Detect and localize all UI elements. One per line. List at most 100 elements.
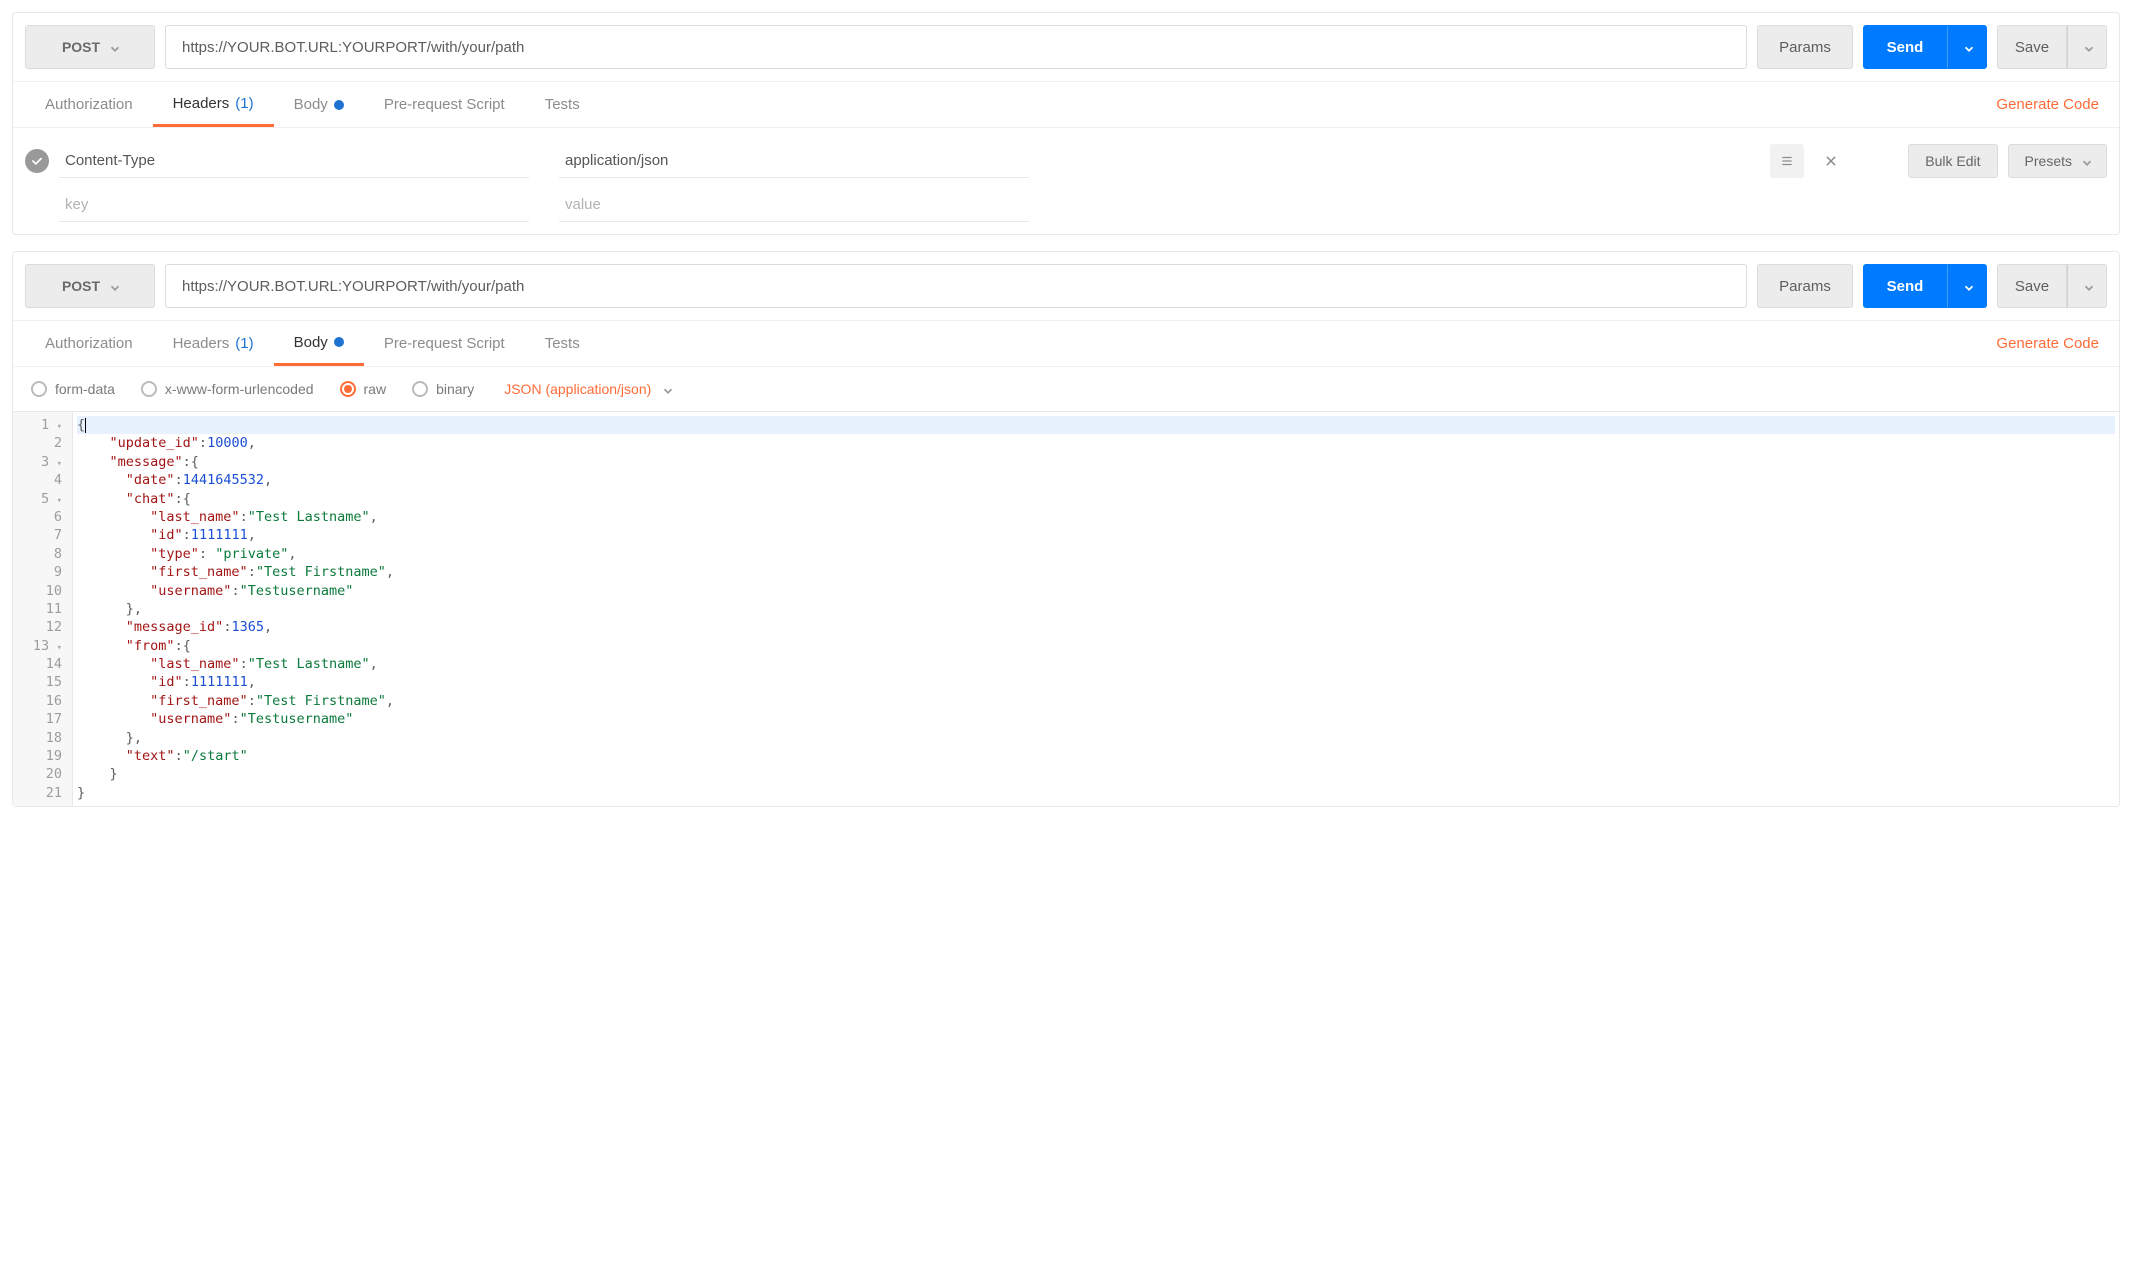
tab-label: Headers	[173, 335, 230, 352]
params-button[interactable]: Params	[1757, 264, 1853, 308]
header-value-input[interactable]: application/json	[559, 144, 1029, 178]
tab-body[interactable]: Body	[274, 82, 364, 127]
tab-label: Authorization	[45, 96, 133, 113]
content-type-label: JSON (application/json)	[504, 381, 651, 397]
tab-authorization[interactable]: Authorization	[25, 82, 153, 127]
code-body[interactable]: { "update_id":10000, "message":{ "date":…	[73, 412, 2119, 806]
header-value-text: application/json	[565, 152, 668, 169]
code-line[interactable]: "update_id":10000,	[77, 434, 2115, 452]
presets-button[interactable]: Presets	[2008, 144, 2107, 178]
code-line[interactable]: "message_id":1365,	[77, 618, 2115, 636]
line-number: 9	[17, 563, 62, 581]
tab-prerequest-script[interactable]: Pre-request Script	[364, 82, 525, 127]
generate-code-link[interactable]: Generate Code	[1996, 335, 2107, 352]
tab-headers[interactable]: Headers (1)	[153, 321, 274, 366]
bulk-edit-button[interactable]: Bulk Edit	[1908, 144, 1997, 178]
http-method-select[interactable]: POST	[25, 264, 155, 308]
code-line[interactable]: "type": "private",	[77, 545, 2115, 563]
code-line[interactable]: },	[77, 600, 2115, 618]
code-line[interactable]: }	[77, 784, 2115, 802]
save-label: Save	[2015, 39, 2049, 56]
tab-label: Pre-request Script	[384, 96, 505, 113]
save-dropdown[interactable]	[2067, 25, 2107, 69]
fold-toggle-icon[interactable]: ▾	[51, 422, 62, 432]
line-number: 14	[17, 655, 62, 673]
save-button[interactable]: Save	[1997, 25, 2067, 69]
code-line[interactable]: "chat":{	[77, 490, 2115, 508]
tab-tests[interactable]: Tests	[525, 82, 600, 127]
code-line[interactable]: "id":1111111,	[77, 673, 2115, 691]
header-row-1: Content-Type application/json Bulk Edit …	[25, 144, 2107, 178]
send-button[interactable]: Send	[1863, 264, 1947, 308]
save-dropdown[interactable]	[2067, 264, 2107, 308]
http-method-select[interactable]: POST	[25, 25, 155, 69]
radio-label: raw	[364, 381, 387, 397]
send-dropdown[interactable]	[1947, 25, 1987, 69]
code-line[interactable]: "first_name":"Test Firstname",	[77, 692, 2115, 710]
tab-count: (1)	[235, 95, 253, 112]
delete-row-button[interactable]	[1814, 144, 1848, 178]
tab-headers[interactable]: Headers (1)	[153, 82, 274, 127]
url-text: https://YOUR.BOT.URL:YOURPORT/with/your/…	[182, 39, 524, 56]
chevron-down-icon	[108, 42, 118, 52]
params-label: Params	[1779, 39, 1831, 56]
tab-authorization[interactable]: Authorization	[25, 321, 153, 366]
chevron-down-icon	[661, 384, 671, 394]
tab-label: Headers	[173, 95, 230, 112]
save-button[interactable]: Save	[1997, 264, 2067, 308]
reorder-button[interactable]	[1770, 144, 1804, 178]
chevron-down-icon	[1962, 42, 1972, 52]
fold-toggle-icon[interactable]: ▾	[51, 459, 62, 469]
code-line[interactable]: "text":"/start"	[77, 747, 2115, 765]
raw-content-type-select[interactable]: JSON (application/json)	[504, 381, 671, 397]
code-line[interactable]: "last_name":"Test Lastname",	[77, 655, 2115, 673]
line-number: 11	[17, 600, 62, 618]
chevron-down-icon	[1962, 281, 1972, 291]
generate-code-link[interactable]: Generate Code	[1996, 96, 2107, 113]
line-number: 6	[17, 508, 62, 526]
url-text: https://YOUR.BOT.URL:YOURPORT/with/your/…	[182, 278, 524, 295]
dot-indicator-icon	[334, 100, 344, 110]
code-line[interactable]: {	[77, 416, 2115, 434]
code-editor[interactable]: 1 ▾23 ▾45 ▾678910111213 ▾141516171819202…	[13, 411, 2119, 806]
radio-form-data[interactable]: form-data	[31, 381, 115, 397]
line-number: 2	[17, 434, 62, 452]
tab-body[interactable]: Body	[274, 321, 364, 366]
header-key-input[interactable]: Content-Type	[59, 144, 529, 178]
tab-label: Tests	[545, 96, 580, 113]
code-line[interactable]: "message":{	[77, 453, 2115, 471]
header-key-input-empty[interactable]: key	[59, 188, 529, 222]
code-line[interactable]: "username":"Testusername"	[77, 582, 2115, 600]
radio-urlencoded[interactable]: x-www-form-urlencoded	[141, 381, 314, 397]
code-line[interactable]: },	[77, 729, 2115, 747]
header-value-input-empty[interactable]: value	[559, 188, 1029, 222]
tab-tests[interactable]: Tests	[525, 321, 600, 366]
code-line[interactable]: }	[77, 765, 2115, 783]
line-number: 18	[17, 729, 62, 747]
radio-binary[interactable]: binary	[412, 381, 474, 397]
code-line[interactable]: "username":"Testusername"	[77, 710, 2115, 728]
request-tabs: Authorization Headers (1) Body Pre-reque…	[13, 81, 2119, 127]
tab-label: Pre-request Script	[384, 335, 505, 352]
code-line[interactable]: "id":1111111,	[77, 526, 2115, 544]
fold-toggle-icon[interactable]: ▾	[51, 643, 62, 653]
radio-icon	[31, 381, 47, 397]
row-enabled-toggle[interactable]	[25, 149, 49, 173]
fold-toggle-icon[interactable]: ▾	[51, 496, 62, 506]
tab-label: Tests	[545, 335, 580, 352]
line-number: 16	[17, 692, 62, 710]
code-line[interactable]: "first_name":"Test Firstname",	[77, 563, 2115, 581]
code-line[interactable]: "from":{	[77, 637, 2115, 655]
code-line[interactable]: "date":1441645532,	[77, 471, 2115, 489]
url-input[interactable]: https://YOUR.BOT.URL:YOURPORT/with/your/…	[165, 264, 1747, 308]
code-line[interactable]: "last_name":"Test Lastname",	[77, 508, 2115, 526]
send-dropdown[interactable]	[1947, 264, 1987, 308]
chevron-down-icon	[2080, 156, 2090, 166]
header-row-empty: key value	[59, 188, 2107, 222]
url-input[interactable]: https://YOUR.BOT.URL:YOURPORT/with/your/…	[165, 25, 1747, 69]
radio-raw[interactable]: raw	[340, 381, 387, 397]
params-button[interactable]: Params	[1757, 25, 1853, 69]
send-button[interactable]: Send	[1863, 25, 1947, 69]
line-number: 10	[17, 582, 62, 600]
tab-prerequest-script[interactable]: Pre-request Script	[364, 321, 525, 366]
